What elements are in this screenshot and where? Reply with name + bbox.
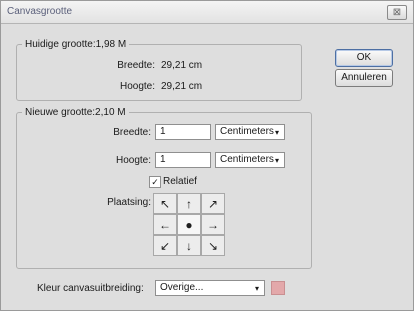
current-size-legend: Huidige grootte:1,98 M bbox=[25, 39, 127, 50]
arrow-left-icon: ← bbox=[159, 217, 171, 232]
relative-label[interactable]: Relatief bbox=[163, 176, 197, 187]
anchor-cell-top-left[interactable]: ↖ bbox=[153, 193, 177, 214]
extension-color-value: Overige... bbox=[160, 282, 204, 293]
canvas-size-dialog: Canvasgrootte ⊠ Huidige grootte:1,98 M B… bbox=[0, 0, 414, 311]
anchor-center-icon: ● bbox=[185, 217, 193, 232]
new-width-unit-select[interactable]: Centimeters ▾ bbox=[215, 124, 285, 140]
chevron-down-icon: ▾ bbox=[274, 128, 279, 137]
anchor-cell-left[interactable]: ← bbox=[153, 214, 177, 235]
arrow-down-right-icon: ↘ bbox=[207, 238, 219, 253]
new-width-label: Breedte: bbox=[113, 127, 151, 138]
current-width-value: 29,21 cm bbox=[161, 60, 203, 71]
anchor-cell-bottom-left[interactable]: ↙ bbox=[153, 235, 177, 256]
checkmark-icon: ✓ bbox=[151, 177, 159, 187]
ok-button[interactable]: OK bbox=[335, 49, 393, 67]
new-width-unit-value: Centimeters bbox=[220, 126, 274, 137]
current-width-label: Breedte: bbox=[117, 60, 155, 71]
chevron-down-icon: ▾ bbox=[254, 284, 259, 293]
anchor-cell-right[interactable]: → bbox=[201, 214, 225, 235]
new-height-unit-select[interactable]: Centimeters ▾ bbox=[215, 152, 285, 168]
anchor-cell-center[interactable]: ● bbox=[177, 214, 201, 235]
extension-color-swatch[interactable] bbox=[271, 281, 285, 295]
cancel-button[interactable]: Annuleren bbox=[335, 69, 393, 87]
arrow-down-icon: ↓ bbox=[186, 238, 192, 253]
extension-color-label: Kleur canvasuitbreiding: bbox=[37, 283, 144, 294]
new-height-unit-value: Centimeters bbox=[220, 154, 274, 165]
chevron-down-icon: ▾ bbox=[274, 156, 279, 165]
close-button[interactable]: ⊠ bbox=[387, 5, 407, 20]
anchor-cell-top[interactable]: ↑ bbox=[177, 193, 201, 214]
arrow-up-left-icon: ↖ bbox=[159, 196, 171, 211]
arrow-up-icon: ↑ bbox=[186, 196, 192, 211]
current-height-label: Hoogte: bbox=[119, 81, 155, 92]
arrow-right-icon: → bbox=[207, 217, 219, 232]
anchor-grid: ↖ ↑ ↗ ← ● → ↙ ↓ ↘ bbox=[153, 193, 225, 257]
arrow-up-right-icon: ↗ bbox=[207, 196, 219, 211]
new-width-input[interactable]: 1 bbox=[155, 124, 211, 140]
arrow-down-left-icon: ↙ bbox=[159, 238, 171, 253]
current-size-group: Huidige grootte:1,98 M bbox=[16, 39, 302, 101]
title-bar[interactable]: Canvasgrootte ⊠ bbox=[1, 1, 413, 24]
relative-checkbox[interactable]: ✓ bbox=[149, 176, 161, 188]
anchor-cell-bottom-right[interactable]: ↘ bbox=[201, 235, 225, 256]
new-height-label: Hoogte: bbox=[115, 155, 151, 166]
current-height-value: 29,21 cm bbox=[161, 81, 203, 92]
anchor-cell-top-right[interactable]: ↗ bbox=[201, 193, 225, 214]
extension-color-select[interactable]: Overige... ▾ bbox=[155, 280, 265, 296]
new-size-legend: Nieuwe grootte:2,10 M bbox=[25, 107, 126, 118]
close-icon: ⊠ bbox=[392, 7, 402, 18]
dialog-title: Canvasgrootte bbox=[7, 6, 73, 17]
anchor-cell-bottom[interactable]: ↓ bbox=[177, 235, 201, 256]
anchor-label: Plaatsing: bbox=[107, 197, 151, 208]
new-height-input[interactable]: 1 bbox=[155, 152, 211, 168]
